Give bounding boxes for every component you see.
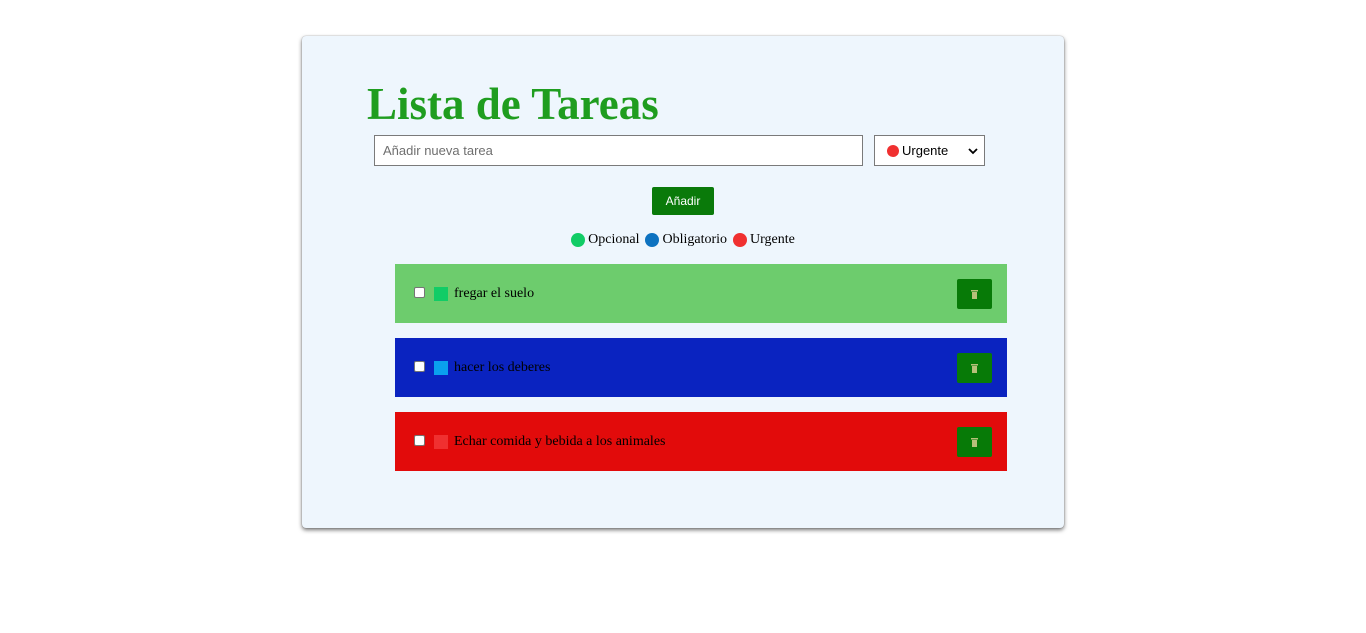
obligatorio-dot-icon [645, 233, 660, 247]
task-text: hacer los deberes [454, 359, 551, 375]
legend-label: Obligatorio [662, 232, 728, 247]
legend-item-opcional: Opcional [571, 232, 639, 248]
task-text: Echar comida y bebida a los animales [454, 433, 666, 449]
task-checkbox[interactable] [414, 435, 425, 446]
delete-task-button[interactable] [957, 427, 992, 457]
priority-swatch-icon [434, 360, 448, 375]
chevron-down-icon [968, 147, 978, 154]
legend-label: Urgente [750, 232, 795, 247]
task-checkbox[interactable] [414, 287, 425, 298]
priority-swatch-icon [434, 434, 448, 449]
urgent-dot-icon [887, 144, 899, 157]
page-title: Lista de Tareas [367, 79, 659, 129]
legend-item-urgente: Urgente [733, 232, 795, 248]
opcional-dot-icon [571, 233, 586, 247]
trash-icon [971, 437, 978, 447]
delete-task-button[interactable] [957, 279, 992, 309]
task-row: Echar comida y bebida a los animales [395, 412, 1007, 471]
task-checkbox[interactable] [414, 361, 425, 372]
new-task-input[interactable] [374, 135, 863, 166]
urgente-dot-icon [733, 233, 748, 247]
trash-icon [971, 363, 978, 373]
priority-legend: Opcional Obligatorio Urgente [302, 232, 1064, 248]
priority-select[interactable]: Urgente [874, 135, 985, 166]
task-row: hacer los deberes [395, 338, 1007, 397]
task-row: fregar el suelo [395, 264, 1007, 323]
priority-select-value: Urgente [902, 143, 949, 158]
legend-label: Opcional [588, 232, 640, 247]
delete-task-button[interactable] [957, 353, 992, 383]
priority-swatch-icon [434, 286, 448, 301]
task-list: fregar el suelo hacer los deberes Echar … [395, 264, 1007, 486]
todo-card: Lista de Tareas Urgente Añadir Opcional … [302, 36, 1064, 528]
trash-icon [971, 289, 978, 299]
task-text: fregar el suelo [454, 285, 535, 301]
add-task-button[interactable]: Añadir [652, 187, 714, 215]
legend-item-obligatorio: Obligatorio [645, 232, 727, 248]
